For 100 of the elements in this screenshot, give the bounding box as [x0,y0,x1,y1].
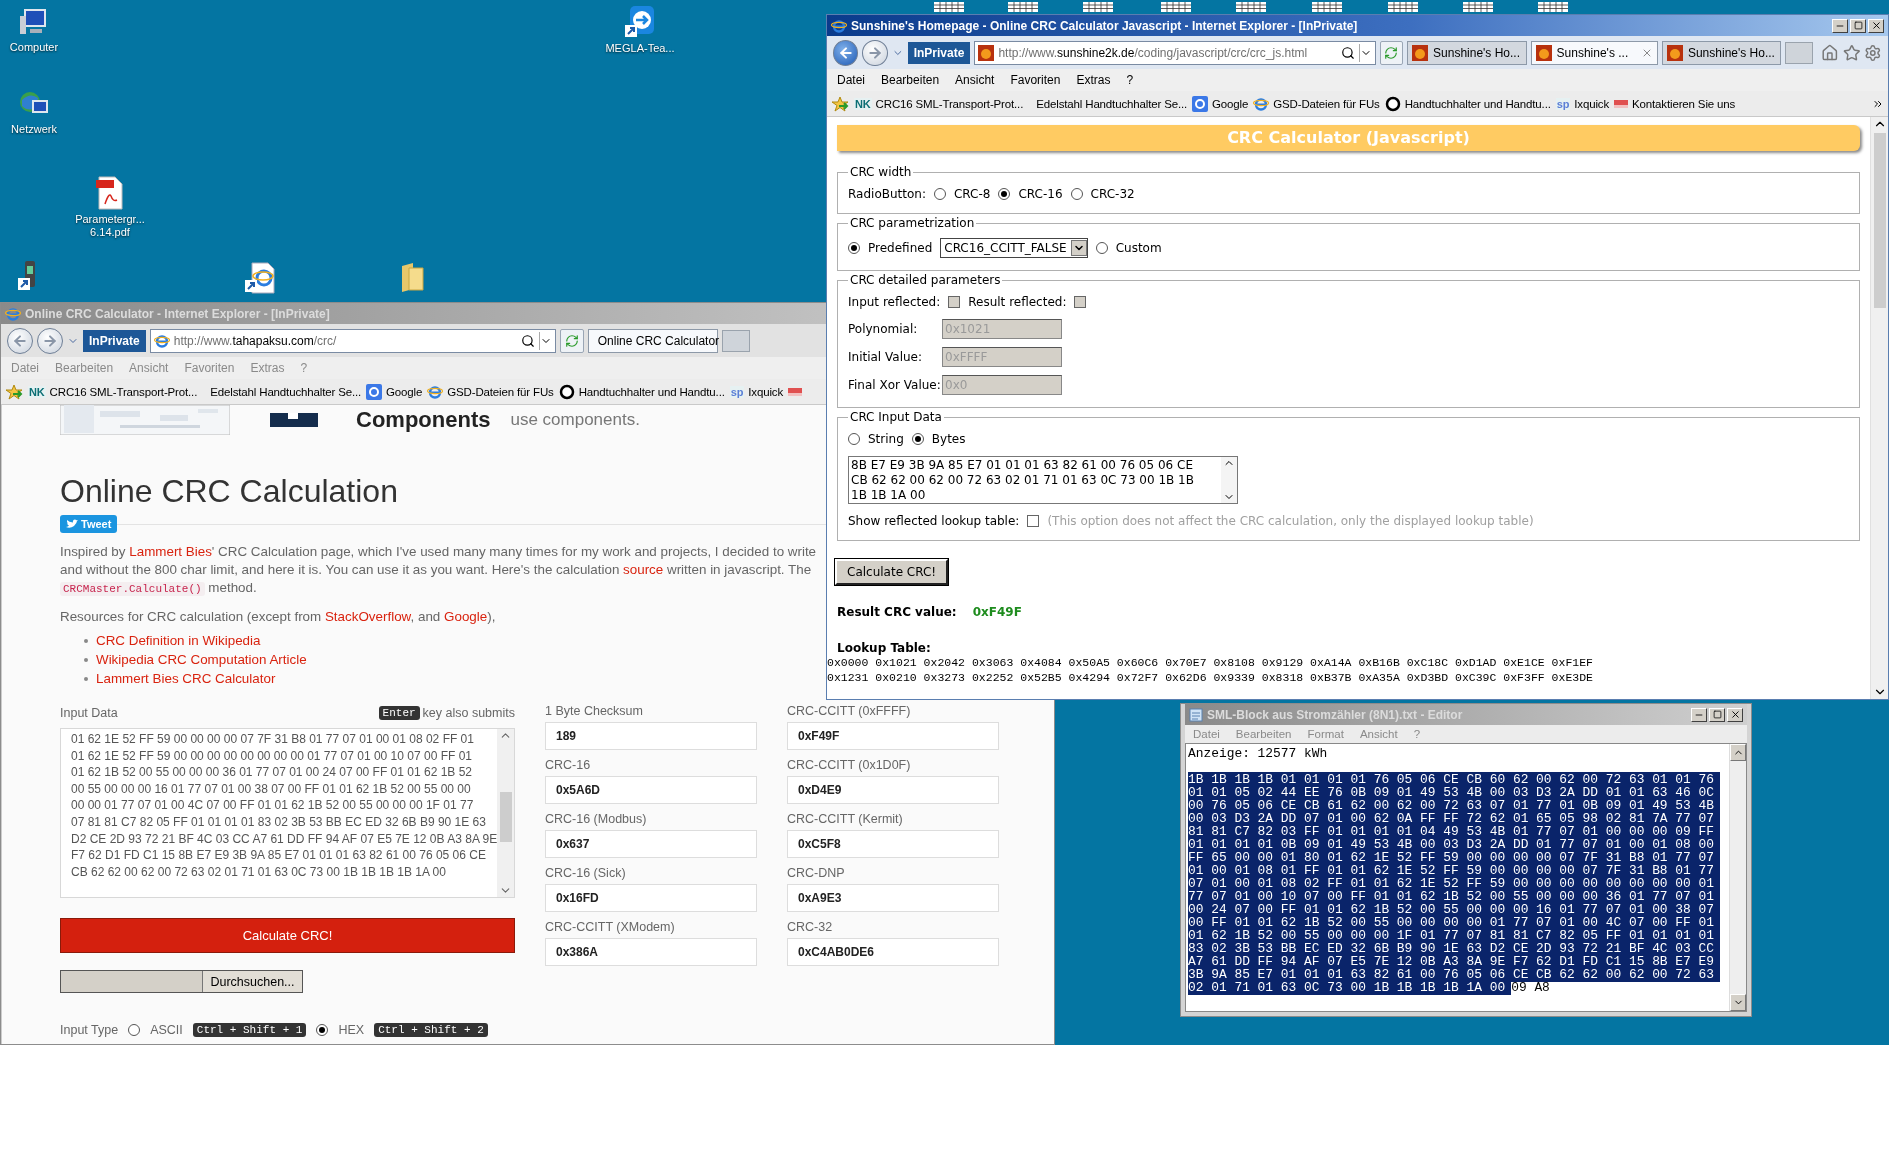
address-field[interactable]: http://www.tahapaksu.com/crc/ [149,328,556,353]
minimize-button[interactable] [1832,18,1848,33]
favorites-link[interactable]: Handtuchhalter und Handtu... [558,383,725,400]
grid-icon[interactable] [1008,2,1038,12]
favorites-link[interactable]: GSD-Dateien für FUs [1253,95,1380,112]
text-editor[interactable] [1185,743,1747,1012]
favorites-link[interactable]: Edelstahl Handtuchhalter Se... [1028,97,1188,110]
address-field[interactable]: http://www.sunshine2k.de/coding/javascript/crc/crc_js.html [974,40,1376,65]
grid-icon[interactable] [1161,2,1191,12]
input-textarea[interactable] [60,728,515,898]
browser-tab[interactable]: Sunshine's Ho... [1407,40,1527,65]
favorites-link[interactable]: Handtuchhalter und Handtu... [1384,95,1551,112]
grid-icon[interactable] [934,2,964,12]
browser-tab[interactable]: Online CRC Calculator [587,328,718,353]
file-input[interactable]: Durchsuchen... [60,970,303,993]
minimize-button[interactable] [1691,707,1707,722]
radio-button[interactable] [1095,242,1108,254]
search-icon[interactable] [520,333,535,348]
menu-item[interactable]: ? [1118,73,1142,87]
favorites-link[interactable]: Google [1192,95,1249,112]
menu-item[interactable]: Ansicht [947,73,1003,87]
scrollbar[interactable] [1729,744,1746,1011]
favorites-icon[interactable] [1842,43,1861,62]
text-link[interactable]: StackOverflow [324,609,411,624]
checksum-field[interactable]: 0x637 [545,830,757,858]
favorites-link[interactable]: Google [366,383,423,400]
scroll-thumb[interactable] [1873,133,1886,308]
favorites-link[interactable] [788,387,803,396]
dropdown-button[interactable] [1070,240,1087,256]
browser-tab[interactable]: Sunshine's ... [1530,40,1658,65]
checksum-field[interactable]: 0x16FD [545,884,757,912]
checksum-field[interactable]: 0xD4E9 [787,776,999,804]
grid-icon[interactable] [1312,2,1342,12]
refresh-button[interactable] [559,328,584,353]
grid-icon[interactable] [1236,2,1266,12]
favorites-link[interactable]: NK CRC16 SML-Transport-Prot... [28,385,198,398]
search-icon[interactable] [1340,45,1355,60]
radio-button[interactable] [128,1024,141,1036]
desktop-icon-label[interactable]: 6.14.pdf [90,226,130,239]
text-link[interactable]: source [623,562,664,577]
scroll-up-button[interactable] [1730,744,1746,761]
checkbox[interactable] [948,296,961,308]
browse-button[interactable]: Durchsuchen... [202,971,302,992]
preset-select[interactable]: CRC16_CCITT_FALSE [940,238,1088,258]
bytes-textarea[interactable]: 8B E7 E9 3B 9A 85 E7 01 01 01 63 82 61 00 76 05 06 CE CB 62 62 00 62 00 72 63 02 01 71 01 63 0C 73 00 1B 1B 1B 1B 1A 00 [848,456,1238,504]
favorites-link[interactable]: GSD-Dateien für FUs [427,383,554,400]
checksum-field[interactable]: 0x386A [545,938,757,966]
favorites-link[interactable]: sp Ixquick [729,385,784,398]
favorites-link[interactable]: Kontaktieren Sie uns [1614,97,1736,110]
radio-button[interactable] [998,188,1011,200]
desktop-icon-label[interactable]: MEGLA-Tea... [605,42,675,55]
scroll-thumb[interactable] [499,792,512,842]
checkbox[interactable] [1027,515,1040,527]
menu-item[interactable]: Datei [829,73,873,87]
text-link[interactable]: Google [444,609,488,624]
desktop-icon-label[interactable]: Netzwerk [11,123,57,136]
text-link[interactable]: Lammert Bies [129,544,212,559]
resource-link[interactable]: Lammert Bies CRC Calculator [96,670,276,688]
back-button[interactable] [7,327,33,354]
radio-button[interactable] [848,433,860,445]
home-icon[interactable] [1821,43,1839,62]
favorites-star-icon[interactable] [5,383,23,400]
calculate-button[interactable]: Calculate CRC! [835,559,949,585]
scrollbar[interactable] [1870,117,1888,699]
close-button[interactable] [1868,18,1884,33]
close-button[interactable] [1727,707,1743,722]
favorites-link[interactable]: sp Ixquick [1555,97,1610,110]
menu-item[interactable]: Favoriten [1002,73,1069,87]
maximize-button[interactable] [1709,707,1725,722]
checkbox[interactable] [1074,296,1087,308]
forward-button[interactable] [862,39,888,66]
checksum-field[interactable]: 0xA9E3 [787,884,999,912]
scrollbar[interactable] [497,729,514,897]
radio-button[interactable] [911,433,924,445]
scroll-down-button[interactable] [1730,994,1746,1011]
checksum-field[interactable]: 0x5A6D [545,776,757,804]
checksum-field[interactable]: 0xF49F [787,722,999,750]
back-button[interactable] [833,39,859,66]
favorites-star-icon[interactable] [831,95,849,112]
resource-link[interactable]: CRC Definition in Wikipedia [96,632,261,650]
radio-button[interactable] [1070,188,1083,200]
menu-item[interactable]: Bearbeiten [873,73,948,87]
settings-icon[interactable] [1864,43,1882,62]
browser-tab[interactable]: Sunshine's Ho... [1661,40,1782,65]
forward-button[interactable] [37,327,63,354]
favorites-link[interactable]: NK CRC16 SML-Transport-Prot... [854,97,1024,110]
radio-button[interactable] [933,188,946,200]
grid-icon[interactable] [1463,2,1493,12]
checksum-field[interactable]: 189 [545,722,757,750]
grid-icon[interactable] [1083,2,1113,12]
menu-item[interactable]: Extras [1068,73,1119,87]
resource-link[interactable]: Wikipedia CRC Computation Article [96,651,307,669]
radio-button[interactable] [316,1024,329,1036]
maximize-button[interactable] [1850,18,1866,33]
favorites-link[interactable]: Edelstahl Handtuchhalter Se... [202,385,362,398]
checksum-field[interactable]: 0xC5F8 [787,830,999,858]
desktop-icon-label[interactable]: Computer [9,41,59,54]
desktop-icon-label[interactable]: Parametergr... [75,213,145,226]
calculate-button[interactable]: Calculate CRC! [60,918,515,953]
checksum-field[interactable]: 0xC4AB0DE6 [787,938,999,966]
